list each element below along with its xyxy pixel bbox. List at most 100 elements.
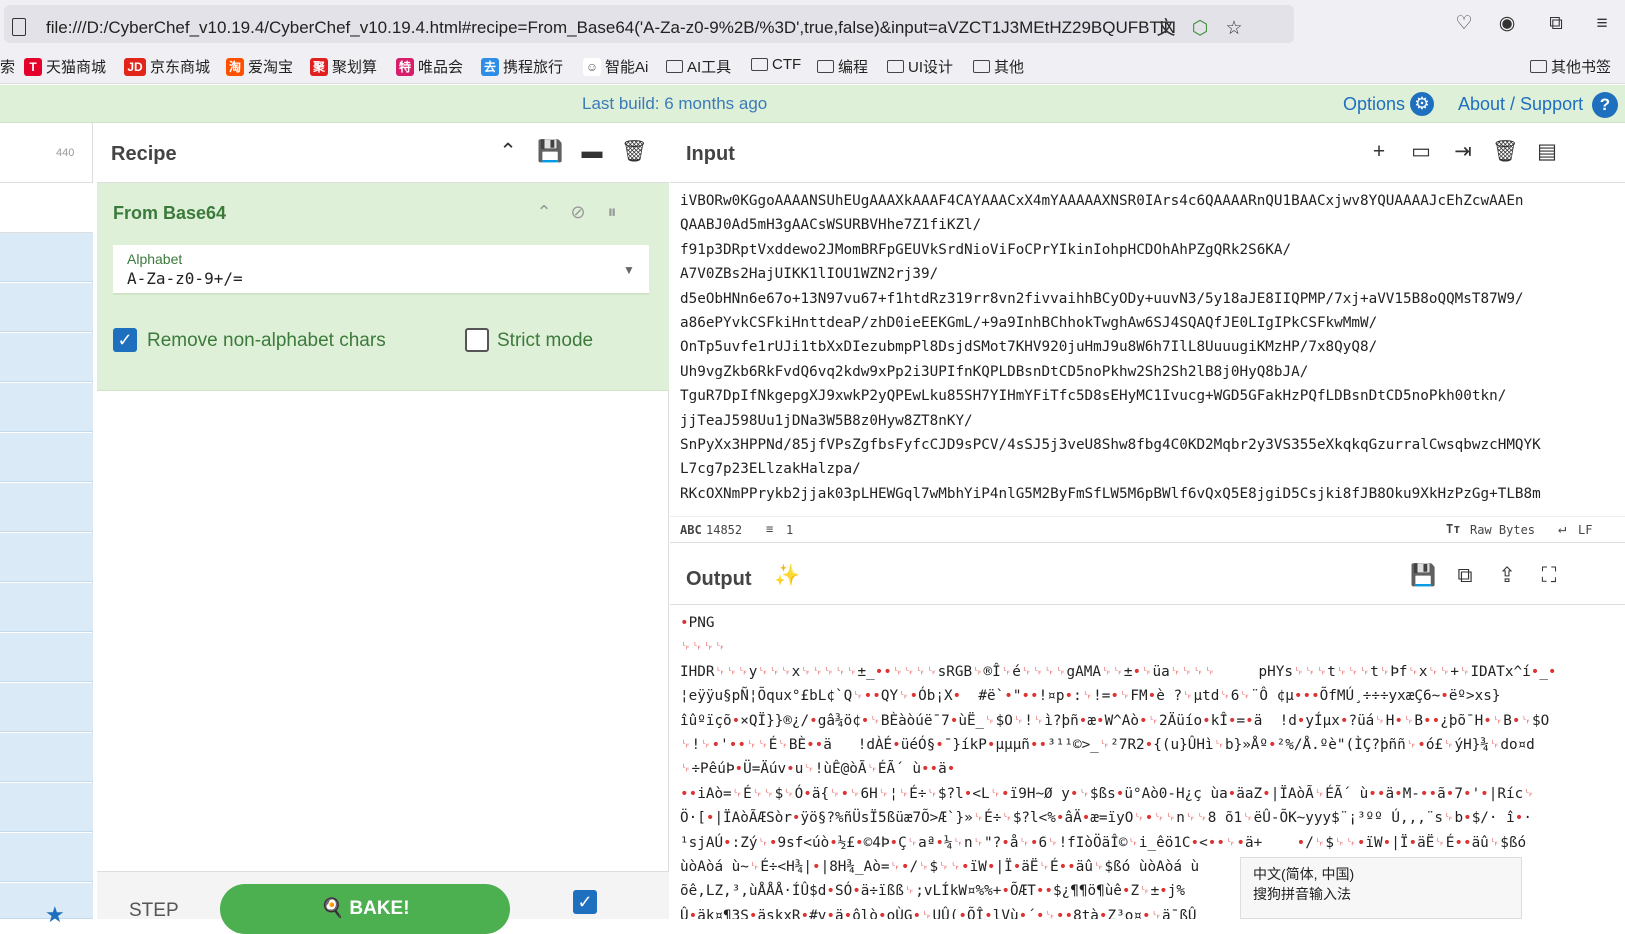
output-line: IHDR␊␊␊y␊␊␊x␊␊␊␊␊±_••␊␊␊␊sRGB␊®Î␊é␊␊␊␊gA… (680, 663, 1557, 680)
bake-controls: STEP 🍳 BAKE! ✓ (97, 871, 669, 934)
bookmark-ai[interactable]: ☺ 智能Ai (583, 56, 648, 77)
replace-input-icon[interactable]: ⇪ (1494, 563, 1520, 589)
eol-label[interactable]: LF (1578, 523, 1592, 537)
translate-icon[interactable]: 文 (1154, 17, 1178, 41)
input-line: RKcOXNmPPrykb2jjak03pLHEWGql7wMbhYiP4nlG… (680, 485, 1541, 502)
address-bar[interactable]: file:///D:/CyberChef_v10.19.4/CyberChef_… (4, 5, 1294, 43)
extension-icon[interactable]: ⬡ (1188, 17, 1212, 41)
bookmark-jd[interactable]: JD 京东商城 (124, 56, 210, 77)
about-support-link[interactable]: About / Support (1458, 94, 1583, 115)
operation-card-from-base64[interactable]: From Base64 ⌃ ⊘ ⏸ Alphabet A-Za-z0-9+/= … (97, 183, 669, 391)
bookmark-juhuasuan[interactable]: 聚聚划算 (310, 56, 377, 77)
input-line: A7V0ZBs2HajUIKK1lIOU1WZN2rj39/ (680, 266, 939, 283)
bookmark-folder-programming[interactable]: 编程 (817, 56, 868, 77)
output-title: Output (686, 568, 752, 590)
browser-toolbar: file:///D:/CyberChef_v10.19.4/CyberChef_… (0, 0, 1625, 48)
add-tab-icon[interactable]: + (1366, 139, 1392, 165)
options-link[interactable]: Options (1343, 94, 1405, 115)
input-header: Input + ▭ ⇥ 🗑 ▤ (670, 123, 1625, 183)
extensions-icon[interactable]: ⧉ (1544, 12, 1568, 36)
strict-mode-label[interactable]: Strict mode (497, 330, 593, 352)
strict-mode-checkbox[interactable] (465, 328, 489, 352)
alphabet-value: A-Za-z0-9+/= (127, 269, 243, 288)
input-line: L7cg7p23ELlzakHalzpa/ (680, 461, 861, 478)
operation-item[interactable] (0, 583, 93, 632)
input-line: Uh9vgZkb6RkFvdQ6vq2kdw9xPp2i3UPIfnKQPLDB… (680, 363, 1309, 380)
abc-icon: ABC (680, 523, 702, 537)
input-line: iVBORw0KGgoAAAANSUhEUgAAAXkAAAF4CAYAAACx… (680, 193, 1524, 209)
operations-header: 440 (0, 123, 93, 183)
operation-item[interactable] (0, 333, 93, 382)
autobake-checkbox[interactable]: ✓ (573, 890, 597, 914)
url-text[interactable]: file:///D:/CyberChef_v10.19.4/CyberChef_… (46, 18, 1176, 38)
account-icon[interactable]: ◉ (1495, 12, 1519, 36)
ctrip-icon: 去 (481, 57, 499, 76)
input-line: SnPyXx3HPPNd/85jfVPsZgfbsFyfcCJD9sPCV/4s… (680, 437, 1541, 454)
open-folder-icon[interactable]: ▭ (1408, 139, 1434, 165)
help-icon[interactable]: ? (1592, 92, 1618, 118)
bookmark-folder-ctf[interactable]: CTF (751, 56, 801, 73)
open-file-icon[interactable]: ⇥ (1450, 139, 1476, 165)
operation-item[interactable] (0, 783, 93, 832)
magic-wand-icon[interactable]: ✨ (774, 563, 800, 589)
input-line: QAABJ0Ad5mH3gAACsWSURBVHhe7Z1fiKZl/ (680, 217, 982, 234)
maximise-icon[interactable]: ⛶ (1536, 563, 1562, 589)
trash-icon[interactable]: 🗑 (1492, 139, 1519, 165)
pocket-icon[interactable]: ♡ (1452, 12, 1476, 36)
operation-item[interactable] (0, 633, 93, 682)
operation-item[interactable] (0, 833, 93, 882)
input-textarea[interactable]: iVBORw0KGgoAAAANSUhEUgAAAXkAAAF4CAYAAACx… (680, 189, 1625, 519)
operation-item[interactable] (0, 733, 93, 782)
pause-icon[interactable]: ⏸ (601, 201, 623, 223)
operation-item[interactable] (0, 683, 93, 732)
ai-avatar-icon: ☺ (583, 57, 601, 76)
output-line: ␊␊␊␊ (680, 639, 726, 656)
copy-icon[interactable]: ⧉ (1452, 563, 1478, 589)
trash-icon[interactable]: 🗑 (621, 139, 648, 165)
disable-icon[interactable]: ⊘ (567, 201, 589, 223)
bookmark-vip[interactable]: 特唯品会 (396, 56, 463, 77)
operations-search[interactable] (0, 183, 93, 233)
layout-icon[interactable]: ▤ (1534, 139, 1560, 165)
bookmark-aitaobao[interactable]: 淘爱淘宝 (226, 56, 293, 77)
operation-item[interactable] (0, 433, 93, 482)
save-icon[interactable]: 💾 (537, 139, 563, 165)
bookmark-folder-ai-tools[interactable]: AI工具 (666, 56, 731, 77)
operation-item[interactable] (0, 483, 93, 532)
jd-icon: JD (124, 57, 146, 76)
menu-icon[interactable]: ≡ (1590, 12, 1614, 36)
gear-icon[interactable]: ⚙ (1410, 92, 1434, 116)
bookmark-item[interactable]: 索 (0, 56, 15, 77)
bake-button[interactable]: 🍳 BAKE! (220, 884, 510, 934)
ime-language: 中文(简体, 中国) (1253, 866, 1355, 882)
save-output-icon[interactable]: 💾 (1410, 563, 1436, 589)
page-icon (12, 18, 26, 36)
input-status-bar: ABC 14852 ≡ 1 Tт Raw Bytes ↵ LF (670, 516, 1625, 543)
font-size-icon[interactable]: Tт (1446, 522, 1460, 536)
operation-item[interactable] (0, 283, 93, 332)
dropdown-arrow-icon[interactable]: ▼ (623, 263, 635, 277)
output-line: •PNG (680, 615, 715, 631)
bookmark-tmall[interactable]: T 天猫商城 (24, 56, 106, 77)
other-bookmarks[interactable]: 其他书签 (1530, 56, 1611, 77)
eol-icon: ↵ (1558, 521, 1567, 537)
alphabet-select[interactable]: Alphabet A-Za-z0-9+/= ▼ (113, 245, 649, 295)
chevron-up-icon[interactable]: ⌃ (533, 201, 555, 223)
taobao-icon: 淘 (226, 57, 244, 76)
vip-icon: 特 (396, 57, 414, 76)
raw-bytes-label[interactable]: Raw Bytes (1470, 523, 1535, 537)
remove-nonalpha-label[interactable]: Remove non-alphabet chars (147, 330, 386, 352)
bookmark-star-icon[interactable]: ☆ (1222, 17, 1246, 41)
favourite-star-icon[interactable]: ★ (45, 902, 65, 928)
bookmark-folder-other[interactable]: 其他 (973, 56, 1024, 77)
operation-item[interactable] (0, 533, 93, 582)
collapse-chevron-icon[interactable]: ⌃ (495, 139, 521, 165)
operation-item[interactable] (0, 383, 93, 432)
bookmark-folder-ui-design[interactable]: UI设计 (887, 56, 953, 77)
operation-item[interactable] (0, 233, 93, 282)
remove-nonalpha-checkbox[interactable]: ✓ (113, 328, 137, 352)
output-line: ¦eÿÿu§pÑ¦Õqux°£bL¢`Q␊••QY␊•Ób¡X• #ë`•"••… (680, 688, 1501, 705)
input-line: OnTp5uvfe1rUJi1tbXxDIezubmpPl8DsjdSMot7K… (680, 339, 1378, 356)
folder-open-icon[interactable]: ▬ (579, 139, 605, 165)
bookmark-ctrip[interactable]: 去携程旅行 (481, 56, 563, 77)
